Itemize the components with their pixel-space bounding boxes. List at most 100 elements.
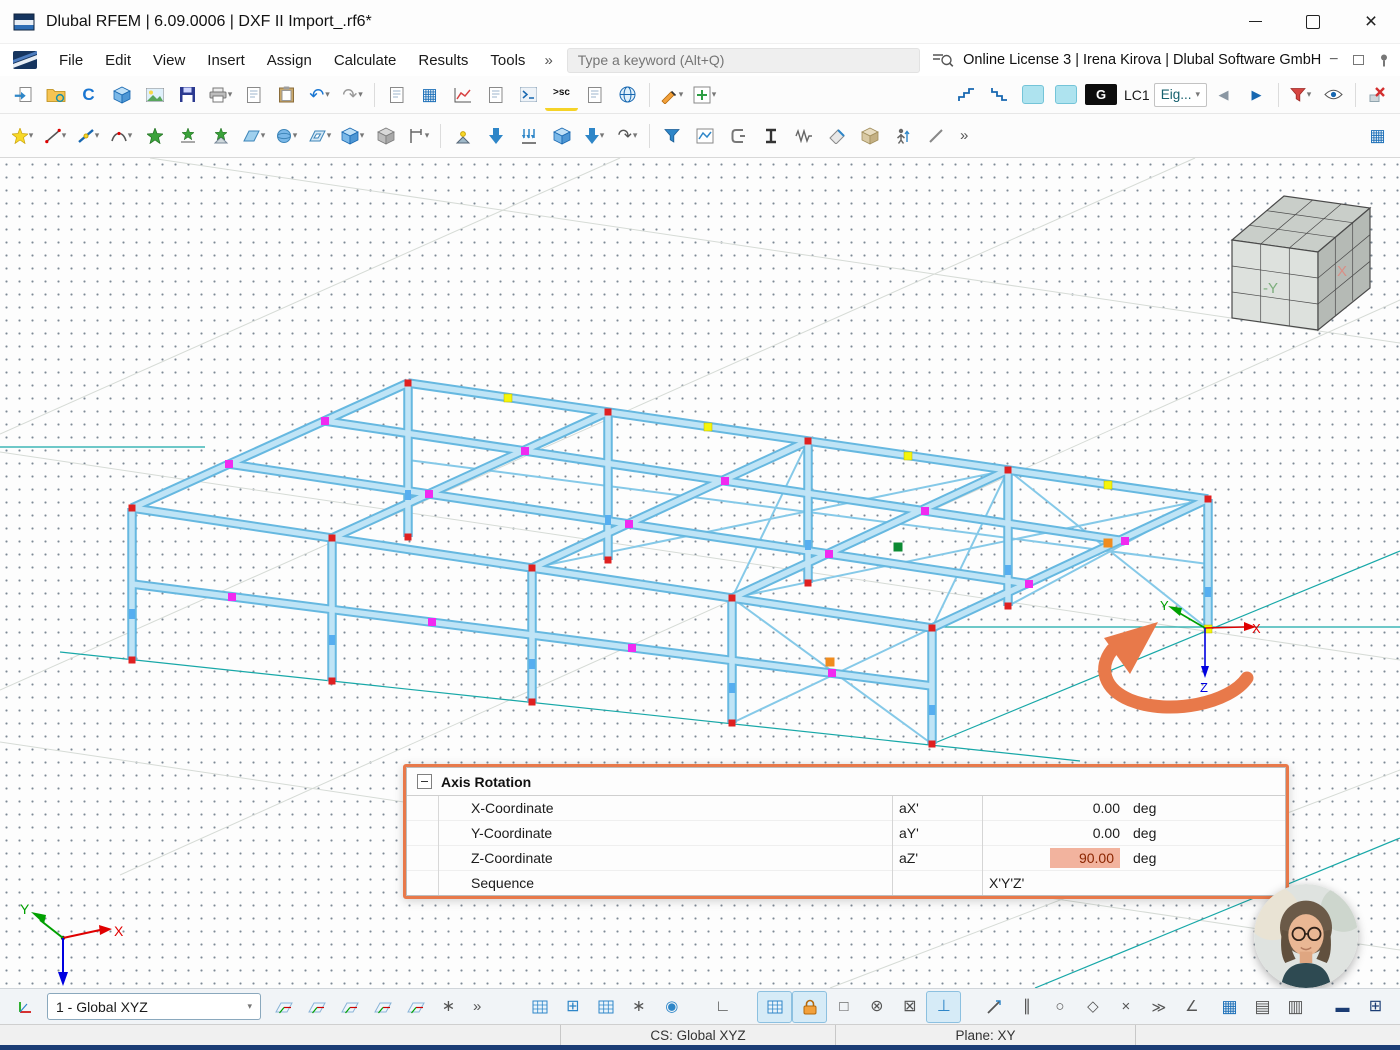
hinge-button[interactable]	[787, 121, 820, 151]
sc-generator-button[interactable]: >sc	[545, 78, 578, 111]
new-support-b-button[interactable]	[171, 121, 204, 151]
workplane-yz-button[interactable]	[333, 992, 366, 1022]
snap-grid-toggle[interactable]	[757, 990, 793, 1023]
snap-polygon-button[interactable]: ◇	[1076, 992, 1109, 1022]
web-services-button[interactable]	[611, 80, 644, 110]
menu-results[interactable]: Results	[407, 44, 479, 76]
toggle-a-button[interactable]	[1016, 80, 1049, 110]
snap-center-button[interactable]: ◉	[655, 992, 688, 1022]
menu-assign[interactable]: Assign	[256, 44, 323, 76]
license-search-icon[interactable]	[930, 47, 955, 73]
result-frame-button[interactable]	[688, 121, 721, 151]
visibility-button[interactable]	[1317, 80, 1350, 110]
new-solid-button[interactable]: ▾	[270, 121, 303, 151]
snap-tangent-button[interactable]	[977, 992, 1010, 1022]
edit-attributes-button[interactable]: ▾	[655, 80, 688, 110]
print-button[interactable]: ▾	[204, 80, 237, 110]
toolbar2-overflow[interactable]: »	[952, 127, 976, 144]
new-support-c-button[interactable]	[204, 121, 237, 151]
row-value-cell[interactable]: 0.00	[982, 796, 1125, 820]
level-up-button[interactable]	[950, 80, 983, 110]
new-opening-button[interactable]: ▾	[303, 121, 336, 151]
snap-angle-button[interactable]: ∠	[1175, 992, 1208, 1022]
close-button[interactable]: ×	[1342, 0, 1400, 44]
bottombar-overflow[interactable]: »	[465, 998, 489, 1015]
page-layout-button[interactable]	[380, 80, 413, 110]
snap-perpendicular-toggle[interactable]: ⊥	[926, 990, 962, 1023]
row-value-cell[interactable]: 0.00	[982, 821, 1125, 845]
collapse-ribbon-button[interactable]: −	[1321, 47, 1346, 73]
console-button[interactable]	[512, 80, 545, 110]
table-view-3-button[interactable]: ▥	[1279, 992, 1312, 1022]
menu-insert[interactable]: Insert	[196, 44, 256, 76]
minimize-button[interactable]	[1226, 0, 1284, 44]
pin-panel-button[interactable]	[1371, 47, 1396, 73]
structure-members[interactable]	[132, 383, 1208, 744]
delete-results-button[interactable]	[1361, 80, 1394, 110]
menu-file[interactable]: File	[48, 44, 94, 76]
tables-button[interactable]: ▦	[413, 80, 446, 110]
results-filter-button[interactable]: ▾	[1284, 80, 1317, 110]
coordinate-system-select[interactable]: 1 - Global XYZ ▾	[47, 993, 261, 1020]
scale-person-button[interactable]	[886, 121, 919, 151]
plane-indicator-button[interactable]: ∟	[706, 992, 739, 1022]
report-button[interactable]	[479, 80, 512, 110]
snap-lock-toggle[interactable]	[792, 990, 828, 1023]
menu-overflow-chevrons[interactable]: »	[536, 52, 560, 69]
menu-calculate[interactable]: Calculate	[323, 44, 408, 76]
printout-button[interactable]	[578, 80, 611, 110]
plane-offset-button[interactable]	[366, 992, 399, 1022]
workplane-xz-button[interactable]	[300, 992, 333, 1022]
new-block-button[interactable]: ▾	[336, 121, 369, 151]
dock-grid-button[interactable]: ⊞	[1359, 992, 1392, 1022]
new-member-button[interactable]: ▾	[72, 121, 105, 151]
float-panel-button[interactable]	[1346, 47, 1371, 73]
new-surface-button[interactable]: ▾	[237, 121, 270, 151]
new-line-button[interactable]: ▾	[39, 121, 72, 151]
snap-endpoint-button[interactable]: □	[827, 992, 860, 1022]
clamp-button[interactable]	[721, 121, 754, 151]
table-end-button[interactable]: ▦	[1361, 121, 1394, 151]
imperfection-button[interactable]: ↷ ▾	[611, 121, 644, 151]
model-viewport[interactable]: X Y Z X Y Z	[0, 158, 1400, 988]
grid-display-button[interactable]	[523, 992, 556, 1022]
snap-circle-button[interactable]: ○	[1043, 992, 1076, 1022]
table-view-2-button[interactable]: ▤	[1246, 992, 1279, 1022]
plane-rotate-button[interactable]	[399, 992, 432, 1022]
snap-toggle-button[interactable]	[589, 992, 622, 1022]
eigenvalue-combo[interactable]: Eig... ▾	[1153, 82, 1207, 107]
surface-load-button[interactable]	[545, 121, 578, 151]
diagram-button[interactable]	[446, 80, 479, 110]
menu-view[interactable]: View	[142, 44, 196, 76]
user-avatar[interactable]	[1254, 884, 1358, 988]
clipboard-button[interactable]	[270, 80, 303, 110]
row-value-cell[interactable]: 90.00	[982, 846, 1125, 870]
solid-block-button[interactable]	[853, 121, 886, 151]
snap-box-button[interactable]: ⊠	[893, 992, 926, 1022]
keyword-search-input[interactable]	[566, 47, 921, 73]
snap-extension-button[interactable]: ≫	[1142, 992, 1175, 1022]
sync-model-button[interactable]: C	[72, 80, 105, 110]
filter-objects-button[interactable]	[655, 121, 688, 151]
next-case-button[interactable]: ▶	[1240, 80, 1273, 110]
new-comment-button[interactable]	[237, 80, 270, 110]
section-line-button[interactable]	[919, 121, 952, 151]
maximize-button[interactable]	[1284, 0, 1342, 44]
menu-edit[interactable]: Edit	[94, 44, 142, 76]
snap-cross-button[interactable]: ×	[1109, 992, 1142, 1022]
import-file-button[interactable]	[6, 80, 39, 110]
new-node-button[interactable]: ▾	[6, 121, 39, 151]
undo-button[interactable]: ↶ ▾	[303, 80, 336, 110]
previous-case-button[interactable]: ◀	[1207, 80, 1240, 110]
snap-star-button[interactable]: ∗	[622, 992, 655, 1022]
collapse-section-button[interactable]	[417, 774, 432, 789]
table-view-1-button[interactable]: ▦	[1213, 992, 1246, 1022]
save-button[interactable]	[171, 80, 204, 110]
open-model-button[interactable]	[39, 80, 72, 110]
toggle-b-button[interactable]	[1049, 80, 1082, 110]
snapshot-button[interactable]	[138, 80, 171, 110]
nodal-load-button[interactable]	[479, 121, 512, 151]
new-arc-button[interactable]: ▾	[105, 121, 138, 151]
workplane-xy-button[interactable]	[267, 992, 300, 1022]
render-view-button[interactable]	[105, 80, 138, 110]
